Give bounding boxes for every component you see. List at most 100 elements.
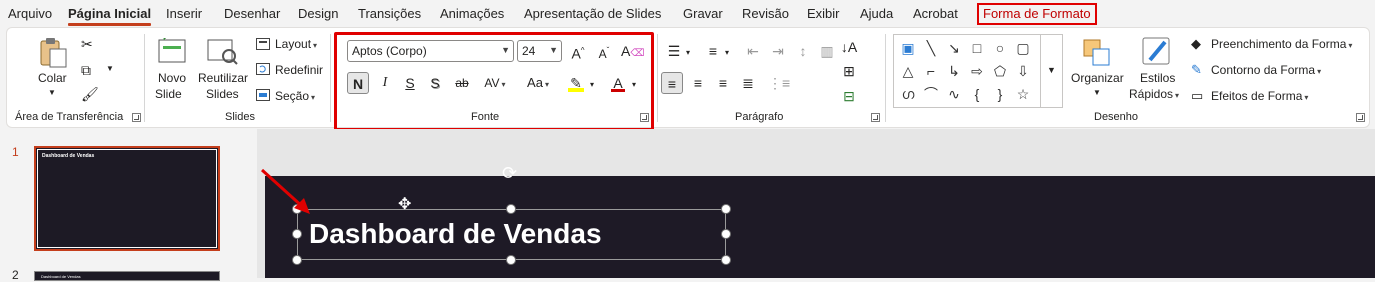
drawing-group-label: Desenho: [1094, 111, 1139, 123]
tab-apresentacao[interactable]: Apresentação de Slides: [524, 6, 661, 21]
layout-icon[interactable]: [256, 38, 270, 50]
star-shape-icon[interactable]: ☆: [1013, 84, 1033, 104]
text-direction-icon[interactable]: ↓A: [838, 36, 860, 58]
clipboard-launcher-icon[interactable]: [132, 113, 141, 122]
tab-transicoes[interactable]: Transições: [358, 6, 421, 21]
separator: [144, 34, 145, 122]
tab-gravar[interactable]: Gravar: [683, 6, 723, 21]
reuse-slides-icon[interactable]: [207, 38, 239, 66]
cut-icon[interactable]: ✂: [81, 36, 93, 53]
down-arrow-shape-icon[interactable]: ⇩: [1013, 61, 1033, 81]
shape-fill-icon[interactable]: ◆: [1191, 36, 1201, 52]
chevron-down-icon[interactable]: ▾: [725, 48, 729, 57]
format-painter-icon[interactable]: 🖌: [81, 86, 99, 103]
chevron-down-icon[interactable]: ▾: [686, 48, 690, 57]
tab-ajuda[interactable]: Ajuda: [860, 6, 893, 21]
shape-effects-button[interactable]: Efeitos de Forma ▾: [1211, 89, 1308, 103]
elbow-arrow-shape-icon[interactable]: ↳: [944, 61, 964, 81]
shape-outline-button[interactable]: Contorno da Forma ▾: [1211, 63, 1321, 77]
quick-styles-icon[interactable]: [1141, 36, 1173, 68]
reset-icon[interactable]: [256, 63, 270, 75]
decrease-indent-icon[interactable]: ⇤: [742, 40, 764, 62]
shapes-gallery[interactable]: ▣ ╲ ↘ □ ○ ▢ △ ⌐ ↳ ⇨ ⬠ ⇩ ഗ ⌒ ∿ { } ☆: [893, 34, 1063, 108]
slide-title[interactable]: Dashboard de Vendas: [309, 218, 602, 250]
shape-outline-icon[interactable]: ✎: [1191, 62, 1202, 78]
line-shape-icon[interactable]: ╲: [921, 38, 941, 58]
tab-pagina-inicial[interactable]: Página Inicial: [68, 6, 152, 26]
resize-handle[interactable]: [292, 255, 302, 265]
tab-arquivo[interactable]: Arquivo: [8, 6, 52, 21]
smartart-icon[interactable]: ⊟: [838, 85, 860, 107]
tab-exibir[interactable]: Exibir: [807, 6, 840, 21]
resize-handle[interactable]: [721, 204, 731, 214]
curve-shape-icon[interactable]: ∿: [944, 84, 964, 104]
copy-caret-icon[interactable]: ▼: [106, 64, 114, 73]
numbering-icon[interactable]: ≡: [702, 40, 724, 62]
chevron-down-icon[interactable]: ▼: [1093, 88, 1101, 97]
slide-thumbnail-2[interactable]: Dashboard de Vendas: [34, 271, 220, 281]
bullets-icon[interactable]: ☰: [663, 40, 685, 62]
resize-handle[interactable]: [506, 204, 516, 214]
font-group-highlight: [334, 32, 654, 131]
quick-styles-label-2[interactable]: Rápidos ▾: [1129, 87, 1179, 101]
tab-revisao[interactable]: Revisão: [742, 6, 789, 21]
section-icon[interactable]: [256, 89, 270, 101]
rectangle-shape-icon[interactable]: □: [967, 38, 987, 58]
paste-icon[interactable]: [38, 37, 68, 69]
elbow-connector-shape-icon[interactable]: ⌐: [921, 61, 941, 81]
tab-acrobat[interactable]: Acrobat: [913, 6, 958, 21]
right-arrow-shape-icon[interactable]: ⇨: [967, 61, 987, 81]
paste-caret[interactable]: ▼: [48, 88, 56, 97]
resize-handle[interactable]: [721, 255, 731, 265]
reset-button[interactable]: Redefinir: [275, 63, 323, 77]
resize-handle[interactable]: [292, 229, 302, 239]
tab-animacoes[interactable]: Animações: [440, 6, 504, 21]
arrow-shape-icon[interactable]: ↘: [944, 38, 964, 58]
resize-handle[interactable]: [721, 229, 731, 239]
align-center-icon[interactable]: ≡: [687, 72, 709, 94]
slide-thumbnail-1[interactable]: Dashboard de Vendas: [34, 146, 220, 251]
paragraph-launcher-icon[interactable]: [871, 113, 880, 122]
text-box-shape-icon[interactable]: ▣: [898, 38, 918, 58]
paragraph-group-label: Parágrafo: [735, 111, 784, 123]
right-brace-shape-icon[interactable]: }: [990, 84, 1010, 104]
oval-shape-icon[interactable]: ○: [990, 38, 1010, 58]
triangle-shape-icon[interactable]: △: [898, 61, 918, 81]
separator: [885, 34, 886, 122]
rotate-handle-icon[interactable]: ⟳: [502, 163, 517, 184]
tab-design[interactable]: Design: [298, 6, 338, 21]
new-slide-icon[interactable]: [158, 38, 188, 66]
quick-styles-label-1[interactable]: Estilos: [1140, 71, 1175, 85]
arc-shape-icon[interactable]: ⌒: [921, 84, 941, 104]
tab-inserir[interactable]: Inserir: [166, 6, 202, 21]
align-right-icon[interactable]: ≡: [712, 72, 734, 94]
left-brace-shape-icon[interactable]: {: [967, 84, 987, 104]
align-left-icon[interactable]: ≡: [661, 72, 683, 94]
shape-fill-button[interactable]: Preenchimento da Forma ▾: [1211, 37, 1352, 51]
shape-effects-icon[interactable]: ▭: [1191, 88, 1203, 104]
tab-desenhar[interactable]: Desenhar: [224, 6, 280, 21]
columns-icon[interactable]: ▥: [816, 40, 838, 62]
reuse-slides-label-1[interactable]: Reutilizar: [198, 71, 248, 85]
align-text-icon[interactable]: ⊞: [838, 60, 860, 82]
tab-forma-de-formato[interactable]: Forma de Formato: [977, 3, 1097, 25]
new-slide-label-1[interactable]: Novo: [158, 71, 186, 85]
layout-button[interactable]: Layout ▾: [275, 37, 317, 51]
new-slide-label-2[interactable]: Slide: [155, 87, 182, 101]
copy-icon[interactable]: ⧉: [81, 62, 91, 79]
line-spacing-icon[interactable]: ↕: [792, 40, 814, 62]
arrange-icon[interactable]: [1082, 38, 1112, 68]
increase-indent-icon[interactable]: ⇥: [767, 40, 789, 62]
rounded-rect-shape-icon[interactable]: ▢: [1013, 38, 1033, 58]
pentagon-shape-icon[interactable]: ⬠: [990, 61, 1010, 81]
section-button[interactable]: Seção ▾: [275, 89, 315, 103]
arrange-label[interactable]: Organizar: [1071, 71, 1124, 85]
justify-icon[interactable]: ≣: [737, 72, 759, 94]
drawing-launcher-icon[interactable]: [1356, 113, 1365, 122]
paste-label[interactable]: Colar: [38, 71, 67, 85]
reuse-slides-label-2[interactable]: Slides: [206, 87, 239, 101]
shapes-more-button[interactable]: ▼: [1040, 34, 1063, 108]
distributed-icon[interactable]: ⋮≡: [768, 72, 790, 94]
freeform-shape-icon[interactable]: ഗ: [898, 84, 918, 104]
resize-handle[interactable]: [506, 255, 516, 265]
